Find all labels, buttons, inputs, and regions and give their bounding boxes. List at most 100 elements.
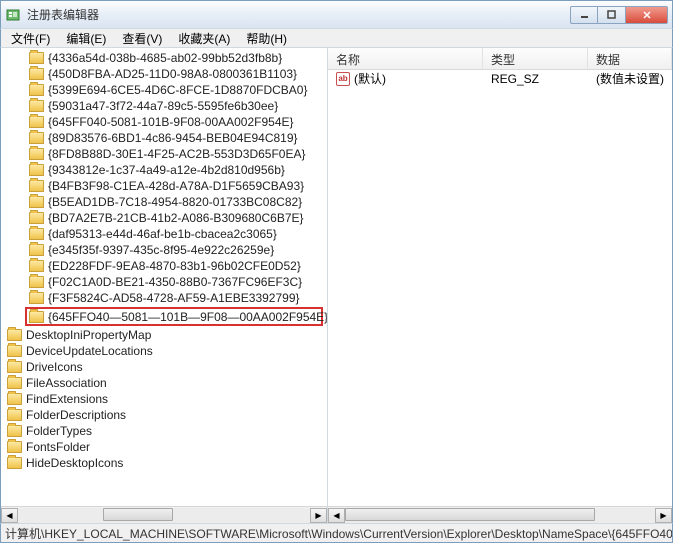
cell-type: REG_SZ bbox=[483, 72, 588, 86]
col-head-type[interactable]: 类型 bbox=[483, 48, 588, 69]
tree-view[interactable]: {4336a54d-038b-4685-ab02-99bb52d3fb8b}{4… bbox=[1, 48, 327, 506]
body-area: {4336a54d-038b-4685-ab02-99bb52d3fb8b}{4… bbox=[0, 48, 673, 523]
tree-node[interactable]: {F3F5824C-AD58-4728-AF59-A1EBE3392799} bbox=[1, 290, 327, 306]
list-header: 名称 类型 数据 bbox=[328, 48, 672, 70]
tree-node[interactable]: {450D8FBA-AD25-11D0-98A8-0800361B1103} bbox=[1, 66, 327, 82]
tree-node-label: {F3F5824C-AD58-4728-AF59-A1EBE3392799} bbox=[48, 291, 300, 305]
tree-node-label: {BD7A2E7B-21CB-41b2-A086-B309680C6B7E} bbox=[48, 211, 304, 225]
scroll-thumb[interactable] bbox=[103, 508, 173, 521]
list-row[interactable]: ab (默认) REG_SZ(数值未设置) bbox=[328, 70, 672, 87]
tree-node[interactable]: FontsFolder bbox=[1, 439, 327, 455]
maximize-button[interactable] bbox=[598, 6, 626, 24]
tree-node[interactable]: DesktopIniPropertyMap bbox=[1, 327, 327, 343]
scroll-left-button[interactable]: ◀ bbox=[328, 508, 345, 523]
tree-node[interactable]: HideDesktopIcons bbox=[1, 455, 327, 471]
tree-node[interactable]: {8FD8B88D-30E1-4F25-AC2B-553D3D65F0EA} bbox=[1, 146, 327, 162]
tree-node[interactable]: {e345f35f-9397-435c-8f95-4e922c26259e} bbox=[1, 242, 327, 258]
tree-node-label: {9343812e-1c37-4a49-a12e-4b2d810d956b} bbox=[48, 163, 285, 177]
folder-icon bbox=[7, 329, 22, 341]
tree-node[interactable]: {daf95313-e44d-46af-be1b-cbacea2c3065} bbox=[1, 226, 327, 242]
tree-node[interactable]: {645FFO40—5081—101B—9F08—00AA002F954E} bbox=[25, 307, 323, 326]
close-icon bbox=[642, 10, 652, 20]
menu-file[interactable]: 文件(F) bbox=[5, 28, 56, 49]
folder-icon bbox=[7, 441, 22, 453]
scroll-track[interactable] bbox=[345, 508, 655, 523]
tree-node-label: FontsFolder bbox=[26, 440, 90, 454]
tree-node-label: {645FF040-5081-101B-9F08-00AA002F954E} bbox=[48, 115, 294, 129]
tree-node-label: {F02C1A0D-BE21-4350-88B0-7367FC96EF3C} bbox=[48, 275, 302, 289]
status-path: 计算机\HKEY_LOCAL_MACHINE\SOFTWARE\Microsof… bbox=[5, 525, 673, 542]
tree-node[interactable]: {59031a47-3f72-44a7-89c5-5595fe6b30ee} bbox=[1, 98, 327, 114]
col-head-data[interactable]: 数据 bbox=[588, 48, 672, 69]
scroll-left-button[interactable]: ◀ bbox=[1, 508, 18, 523]
tree-node[interactable]: {4336a54d-038b-4685-ab02-99bb52d3fb8b} bbox=[1, 50, 327, 66]
tree-node-label: {450D8FBA-AD25-11D0-98A8-0800361B1103} bbox=[48, 67, 297, 81]
cell-data: (数值未设置) bbox=[588, 70, 672, 87]
tree-node[interactable]: DeviceUpdateLocations bbox=[1, 343, 327, 359]
folder-icon bbox=[29, 116, 44, 128]
tree-node[interactable]: {89D83576-6BD1-4c86-9454-BEB04E94C819} bbox=[1, 130, 327, 146]
folder-icon bbox=[29, 196, 44, 208]
titlebar: 注册表编辑器 bbox=[0, 0, 673, 28]
tree-node-label: {daf95313-e44d-46af-be1b-cbacea2c3065} bbox=[48, 227, 277, 241]
tree-node-label: {89D83576-6BD1-4c86-9454-BEB04E94C819} bbox=[48, 131, 298, 145]
menu-edit[interactable]: 编辑(E) bbox=[60, 28, 112, 49]
folder-icon bbox=[29, 180, 44, 192]
tree-node[interactable]: {ED228FDF-9EA8-4870-83b1-96b02CFE0D52} bbox=[1, 258, 327, 274]
folder-icon bbox=[7, 409, 22, 421]
folder-icon bbox=[7, 377, 22, 389]
tree-node-label: {ED228FDF-9EA8-4870-83b1-96b02CFE0D52} bbox=[48, 259, 301, 273]
tree-node-label: FindExtensions bbox=[26, 392, 108, 406]
folder-icon bbox=[29, 68, 44, 80]
value-name: (默认) bbox=[354, 70, 386, 87]
minimize-icon bbox=[580, 10, 589, 19]
scroll-track[interactable] bbox=[18, 508, 310, 523]
folder-icon bbox=[7, 457, 22, 469]
menu-help[interactable]: 帮助(H) bbox=[240, 28, 293, 49]
scroll-right-button[interactable]: ▶ bbox=[655, 508, 672, 523]
col-head-name[interactable]: 名称 bbox=[328, 48, 483, 69]
minimize-button[interactable] bbox=[570, 6, 598, 24]
tree-node[interactable]: {B4FB3F98-C1EA-428d-A78A-D1F5659CBA93} bbox=[1, 178, 327, 194]
tree-node-label: FolderDescriptions bbox=[26, 408, 126, 422]
tree-node-label: {B5EAD1DB-7C18-4954-8820-01733BC08C82} bbox=[48, 195, 302, 209]
close-button[interactable] bbox=[626, 6, 668, 24]
tree-node[interactable]: FolderTypes bbox=[1, 423, 327, 439]
string-value-icon: ab bbox=[336, 72, 350, 86]
tree-node-label: FolderTypes bbox=[26, 424, 92, 438]
folder-icon bbox=[7, 361, 22, 373]
tree-node-label: {59031a47-3f72-44a7-89c5-5595fe6b30ee} bbox=[48, 99, 278, 113]
folder-icon bbox=[29, 260, 44, 272]
tree-node[interactable]: {F02C1A0D-BE21-4350-88B0-7367FC96EF3C} bbox=[1, 274, 327, 290]
tree-node-label: HideDesktopIcons bbox=[26, 456, 123, 470]
cell-name: ab (默认) bbox=[328, 70, 483, 87]
folder-icon bbox=[29, 148, 44, 160]
folder-icon bbox=[7, 345, 22, 357]
tree-node[interactable]: FileAssociation bbox=[1, 375, 327, 391]
menu-favorites[interactable]: 收藏夹(A) bbox=[172, 28, 236, 49]
tree-node[interactable]: FolderDescriptions bbox=[1, 407, 327, 423]
tree-node[interactable]: FindExtensions bbox=[1, 391, 327, 407]
tree-node[interactable]: {B5EAD1DB-7C18-4954-8820-01733BC08C82} bbox=[1, 194, 327, 210]
tree-node[interactable]: DriveIcons bbox=[1, 359, 327, 375]
tree-hscrollbar[interactable]: ◀ ▶ bbox=[1, 506, 327, 523]
folder-icon bbox=[29, 84, 44, 96]
tree-node[interactable]: {5399E694-6CE5-4D6C-8FCE-1D8870FDCBA0} bbox=[1, 82, 327, 98]
tree-node[interactable]: {BD7A2E7B-21CB-41b2-A086-B309680C6B7E} bbox=[1, 210, 327, 226]
window-controls bbox=[570, 6, 668, 24]
tree-node-label: DesktopIniPropertyMap bbox=[26, 328, 151, 342]
statusbar: 计算机\HKEY_LOCAL_MACHINE\SOFTWARE\Microsof… bbox=[0, 523, 673, 543]
folder-icon bbox=[29, 52, 44, 64]
folder-icon bbox=[29, 244, 44, 256]
scroll-right-button[interactable]: ▶ bbox=[310, 508, 327, 523]
tree-node[interactable]: {645FF040-5081-101B-9F08-00AA002F954E} bbox=[1, 114, 327, 130]
list-hscrollbar[interactable]: ◀ ▶ bbox=[328, 506, 672, 523]
folder-icon bbox=[29, 228, 44, 240]
menu-view[interactable]: 查看(V) bbox=[116, 28, 168, 49]
list-view[interactable]: ab (默认) REG_SZ(数值未设置) bbox=[328, 70, 672, 506]
tree-node[interactable]: {9343812e-1c37-4a49-a12e-4b2d810d956b} bbox=[1, 162, 327, 178]
list-pane: 名称 类型 数据 ab (默认) REG_SZ(数值未设置) ◀ ▶ bbox=[328, 48, 672, 523]
regedit-icon bbox=[5, 7, 21, 23]
scroll-thumb[interactable] bbox=[345, 508, 595, 521]
folder-icon bbox=[29, 276, 44, 288]
